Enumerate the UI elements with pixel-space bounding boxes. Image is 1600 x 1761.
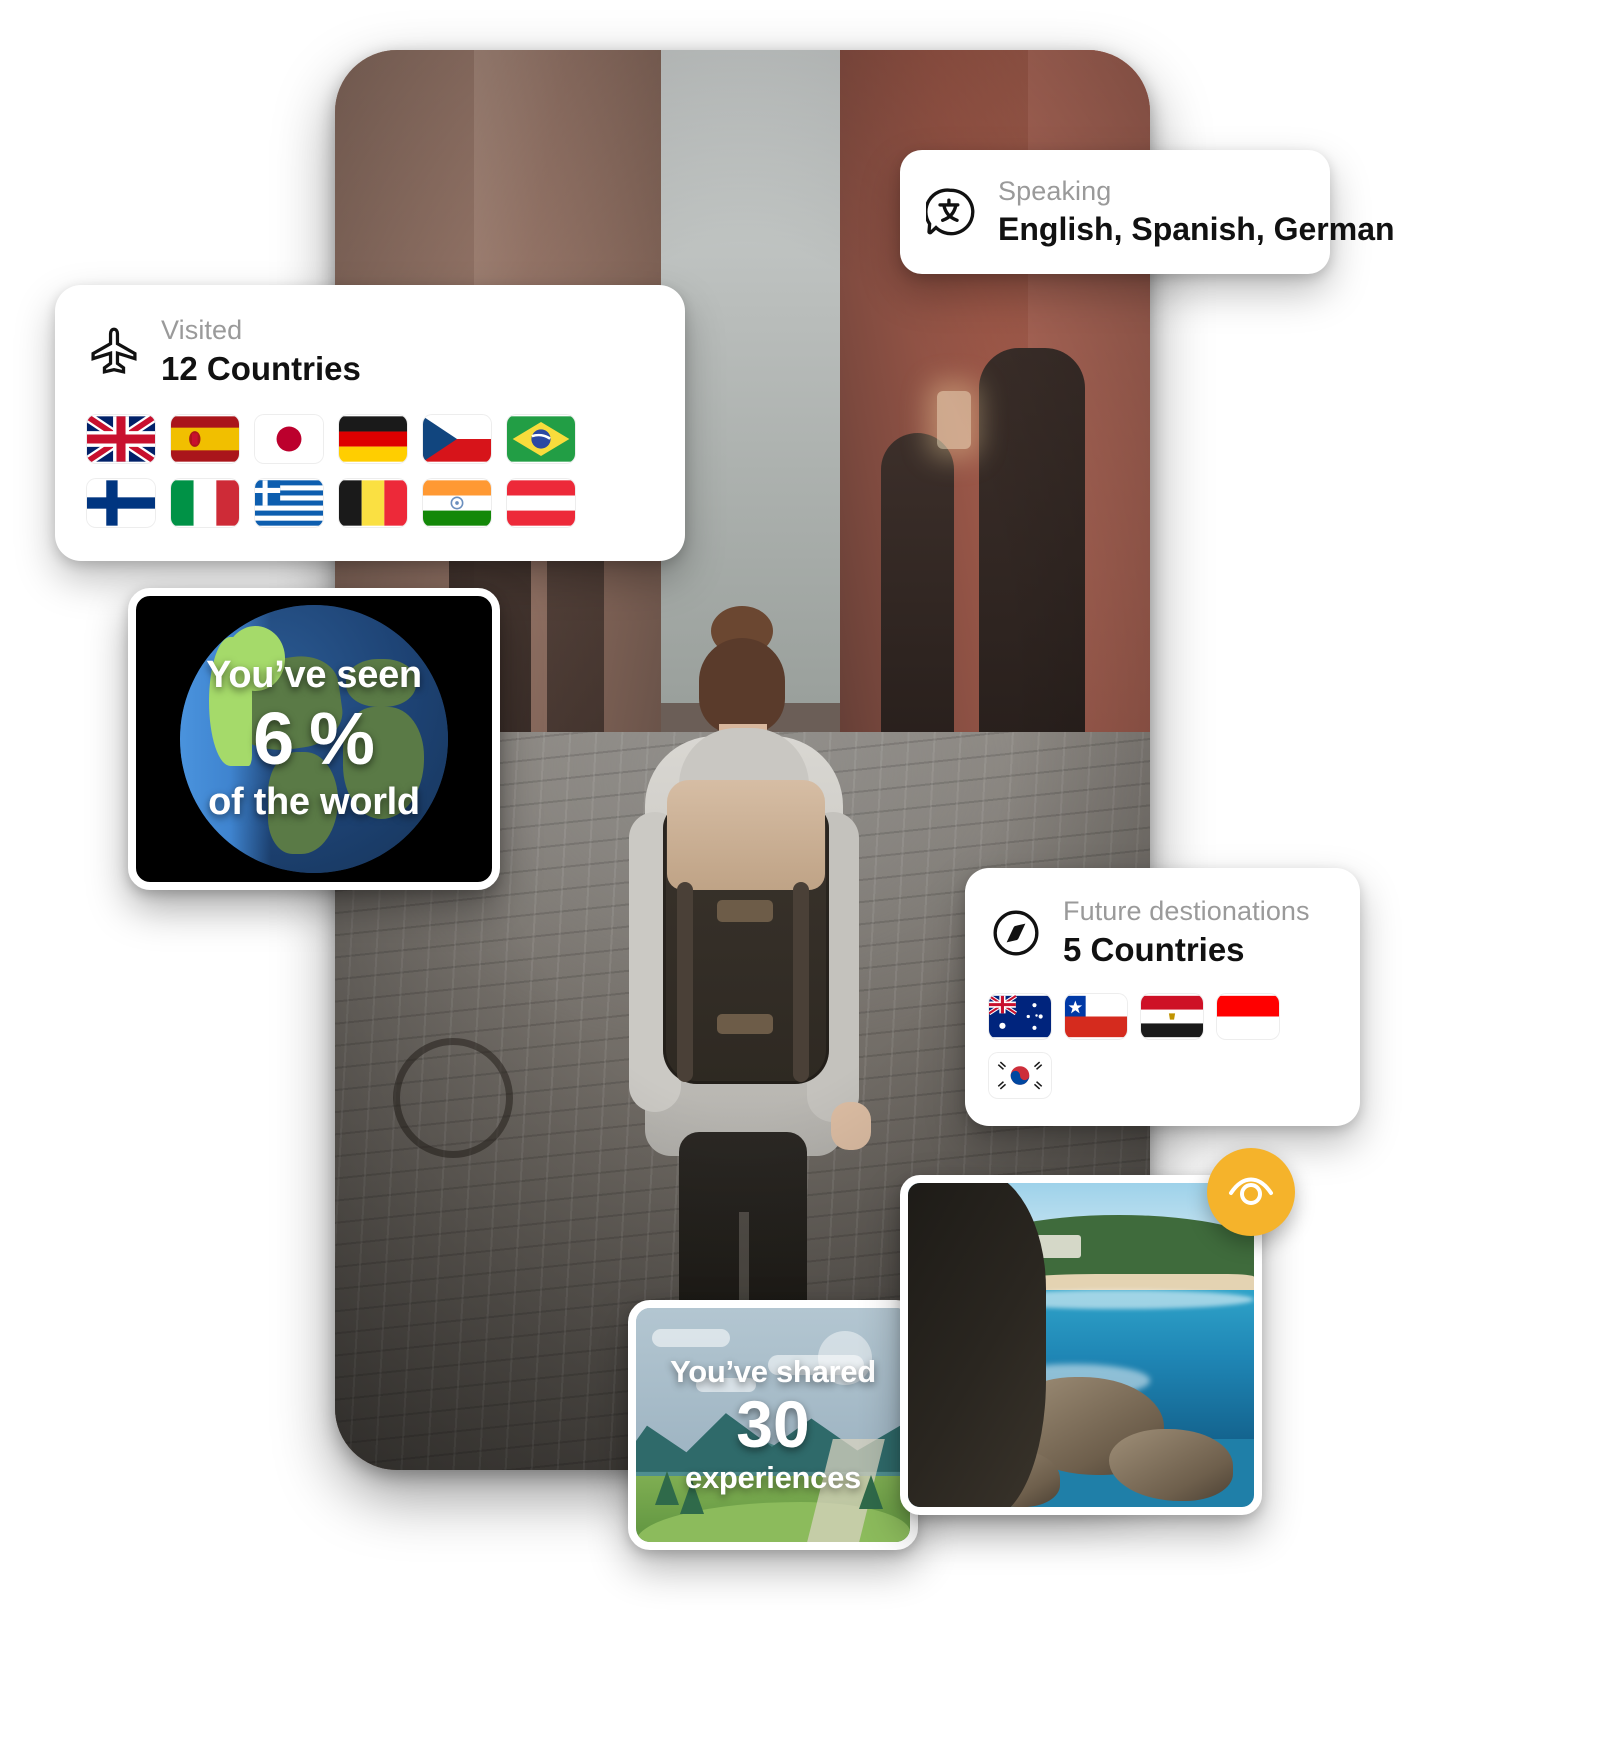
visited-card-header: Visited 12 Countries xyxy=(87,315,653,389)
cave-cliff-silhouette xyxy=(908,1183,1047,1507)
flag-es xyxy=(171,414,239,463)
speaking-card-text: Speaking English, Spanish, German xyxy=(998,176,1395,248)
shared-line1: You’ve shared xyxy=(670,1354,876,1390)
future-flag-list xyxy=(989,993,1334,1098)
flag-jp xyxy=(255,414,323,463)
flag-au xyxy=(989,993,1051,1039)
speaking-card-label: Speaking xyxy=(998,176,1112,206)
future-destinations-value: 5 Countries xyxy=(1063,931,1245,969)
world-seen-line3: of the world xyxy=(208,780,420,823)
visited-card-label: Visited xyxy=(161,315,243,345)
shared-line3: experiences xyxy=(685,1459,861,1495)
speaking-card-value: English, Spanish, German xyxy=(998,211,1395,248)
flag-it xyxy=(171,478,239,527)
flag-eg xyxy=(1141,993,1203,1039)
future-destinations-card[interactable]: Future destionations 5 Countries xyxy=(965,868,1360,1126)
shared-experiences-text: You’ve shared 30 experiences xyxy=(636,1308,910,1542)
airplane-icon xyxy=(87,325,141,379)
flag-fi xyxy=(87,478,155,527)
travel-profile-collage: Speaking English, Spanish, German Visite… xyxy=(0,0,1600,1761)
flag-kr xyxy=(989,1052,1051,1098)
visited-card-text: Visited 12 Countries xyxy=(161,315,361,389)
flag-br xyxy=(507,414,575,463)
beach-photo-card[interactable] xyxy=(900,1175,1262,1515)
visited-flag-list xyxy=(87,414,653,527)
visited-card-value: 12 Countries xyxy=(161,350,361,388)
compass-icon xyxy=(989,906,1043,960)
flag-gr xyxy=(255,478,323,527)
flag-id xyxy=(1217,993,1279,1039)
future-destinations-header: Future destionations 5 Countries xyxy=(989,896,1334,970)
future-destinations-label: Future destionations xyxy=(1063,896,1310,926)
speaking-card-header: Speaking English, Spanish, German xyxy=(924,176,1395,248)
eye-badge[interactable] xyxy=(1207,1148,1295,1236)
world-seen-card[interactable]: You’ve seen 6 % of the world xyxy=(128,588,500,890)
world-seen-line1: You’ve seen xyxy=(206,654,422,697)
world-seen-text: You’ve seen 6 % of the world xyxy=(136,596,492,882)
shared-count: 30 xyxy=(736,1387,810,1462)
flag-at xyxy=(507,478,575,527)
shared-experiences-card[interactable]: You’ve shared 30 experiences xyxy=(628,1300,918,1550)
speaking-card[interactable]: Speaking English, Spanish, German xyxy=(900,150,1395,275)
flag-cz xyxy=(423,414,491,463)
translate-icon xyxy=(924,185,978,239)
flag-cl xyxy=(1065,993,1127,1039)
flag-in xyxy=(423,478,491,527)
flag-de xyxy=(339,414,407,463)
flag-be xyxy=(339,478,407,527)
eye-icon xyxy=(1227,1168,1275,1216)
world-seen-percent: 6 % xyxy=(253,697,375,781)
visited-card[interactable]: Visited 12 Countries xyxy=(55,285,685,561)
beach-rock xyxy=(1108,1429,1234,1501)
flag-gb xyxy=(87,414,155,463)
future-destinations-text: Future destionations 5 Countries xyxy=(1063,896,1310,970)
